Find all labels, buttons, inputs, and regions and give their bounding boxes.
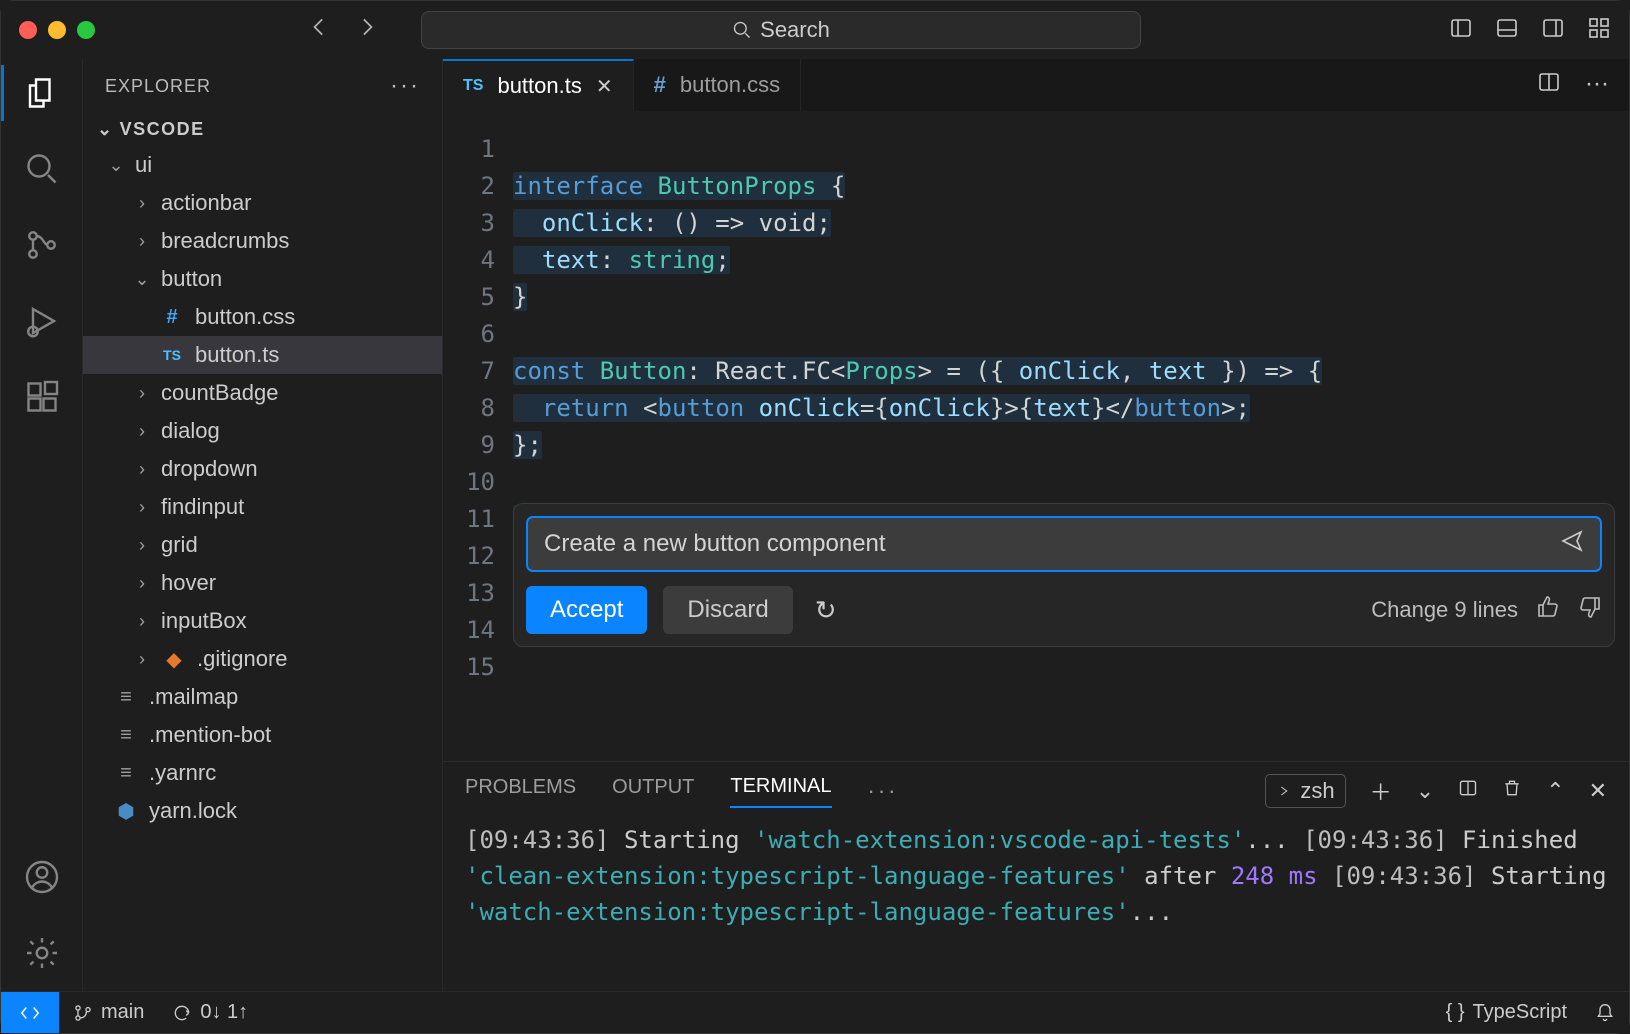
activity-accounts[interactable] xyxy=(22,857,62,897)
tree-file-gitignore[interactable]: ›◆.gitignore xyxy=(83,640,442,678)
explorer-sidebar: EXPLORER ··· ⌄ VSCODE ⌄ui ›actionbar ›br… xyxy=(83,59,443,991)
tab-button-ts[interactable]: TS button.ts ✕ xyxy=(443,59,634,111)
sync-indicator[interactable]: 0↓ 1↑ xyxy=(158,1001,262,1024)
editor-tabs: TS button.ts ✕ # button.css ··· xyxy=(443,59,1629,111)
layout-panel-icon[interactable] xyxy=(1495,16,1519,45)
tree-folder-actionbar[interactable]: ›actionbar xyxy=(83,184,442,222)
accept-button[interactable]: Accept xyxy=(526,586,647,634)
language-mode[interactable]: { } TypeScript xyxy=(1432,1001,1581,1024)
nav-back-button[interactable] xyxy=(307,14,333,47)
tree-folder-findinput[interactable]: ›findinput xyxy=(83,488,442,526)
tree-folder-hover[interactable]: ›hover xyxy=(83,564,442,602)
tree-folder-button[interactable]: ⌄button xyxy=(83,260,442,298)
tab-label: button.css xyxy=(680,72,780,98)
split-terminal-icon[interactable] xyxy=(1458,778,1478,804)
search-placeholder: Search xyxy=(760,17,830,43)
send-icon[interactable] xyxy=(1560,529,1584,560)
activity-run-debug[interactable] xyxy=(22,301,62,341)
inline-chat-input[interactable] xyxy=(544,530,1560,558)
close-panel-icon[interactable]: ✕ xyxy=(1589,778,1607,804)
tab-more-icon[interactable]: ··· xyxy=(1585,70,1609,101)
split-editor-icon[interactable] xyxy=(1537,70,1561,101)
branch-indicator[interactable]: main xyxy=(59,1001,158,1024)
inline-chat-widget: Accept Discard ↻ Change 9 lines xyxy=(513,503,1615,647)
tree-file-button-css[interactable]: #button.css xyxy=(83,298,442,336)
activity-extensions[interactable] xyxy=(22,377,62,417)
minimize-window-button[interactable] xyxy=(48,21,66,39)
discard-button[interactable]: Discard xyxy=(663,586,792,634)
sidebar-title: EXPLORER xyxy=(105,76,211,97)
window-controls xyxy=(19,21,95,39)
activity-bar xyxy=(1,59,83,991)
tab-label: button.ts xyxy=(497,73,581,99)
tree-file-yarnlock[interactable]: ⬢yarn.lock xyxy=(83,792,442,830)
tree-folder-ui[interactable]: ⌄ui xyxy=(83,146,442,184)
change-lines-label: Change 9 lines xyxy=(1371,597,1518,623)
activity-explorer[interactable] xyxy=(22,73,62,113)
tree-folder-dialog[interactable]: ›dialog xyxy=(83,412,442,450)
regenerate-icon[interactable]: ↻ xyxy=(815,595,837,626)
code-content[interactable]: interface ButtonProps { onClick: () => v… xyxy=(513,111,1629,761)
activity-search[interactable] xyxy=(22,149,62,189)
panel-tab-output[interactable]: OUTPUT xyxy=(612,776,694,807)
layout-sidebar-left-icon[interactable] xyxy=(1449,16,1473,45)
tab-button-css[interactable]: # button.css xyxy=(634,59,802,111)
maximize-panel-icon[interactable]: ⌃ xyxy=(1546,778,1564,804)
layout-sidebar-right-icon[interactable] xyxy=(1541,16,1565,45)
remote-button[interactable] xyxy=(1,992,59,1033)
nav-forward-button[interactable] xyxy=(353,14,379,47)
statusbar: main 0↓ 1↑ { } TypeScript xyxy=(1,991,1629,1033)
tree-folder-breadcrumbs[interactable]: ›breadcrumbs xyxy=(83,222,442,260)
notifications-icon[interactable] xyxy=(1581,1001,1629,1024)
terminal-output[interactable]: [09:43:36] Starting 'watch-extension:vsc… xyxy=(443,808,1629,944)
folder-root-label: VSCODE xyxy=(120,119,205,140)
activity-settings[interactable] xyxy=(22,933,62,973)
panel-more-icon[interactable]: ··· xyxy=(868,778,899,804)
tree-file-mentionbot[interactable]: ≡.mention-bot xyxy=(83,716,442,754)
editor-area: TS button.ts ✕ # button.css ··· 12345678… xyxy=(443,59,1629,991)
tree-folder-dropdown[interactable]: ›dropdown xyxy=(83,450,442,488)
tree-file-mailmap[interactable]: ≡.mailmap xyxy=(83,678,442,716)
tree-file-button-ts[interactable]: TSbutton.ts xyxy=(83,336,442,374)
tree-folder-countbadge[interactable]: ›countBadge xyxy=(83,374,442,412)
new-terminal-icon[interactable]: ＋ xyxy=(1370,775,1392,807)
trash-icon[interactable] xyxy=(1502,778,1522,804)
maximize-window-button[interactable] xyxy=(77,21,95,39)
titlebar: Search xyxy=(1,1,1629,59)
ts-file-icon: TS xyxy=(463,77,483,95)
command-center-search[interactable]: Search xyxy=(421,11,1141,49)
customize-layout-icon[interactable] xyxy=(1587,16,1611,45)
chevron-down-icon: ⌄ xyxy=(97,119,114,140)
tree-folder-inputbox[interactable]: ›inputBox xyxy=(83,602,442,640)
close-tab-icon[interactable]: ✕ xyxy=(596,74,613,99)
terminal-shell-select[interactable]: zsh xyxy=(1265,774,1345,808)
tree-folder-grid[interactable]: ›grid xyxy=(83,526,442,564)
folder-root[interactable]: ⌄ VSCODE xyxy=(83,113,442,146)
panel-tab-problems[interactable]: PROBLEMS xyxy=(465,776,576,807)
activity-source-control[interactable] xyxy=(22,225,62,265)
bottom-panel: PROBLEMS OUTPUT TERMINAL ··· zsh ＋ ⌄ ⌃ ✕ xyxy=(443,761,1629,991)
tree-file-yarnrc[interactable]: ≡.yarnrc xyxy=(83,754,442,792)
panel-tab-terminal[interactable]: TERMINAL xyxy=(730,775,831,808)
css-file-icon: # xyxy=(654,72,666,98)
line-gutter: 123456789101112131415 xyxy=(443,111,513,761)
editor-body[interactable]: 123456789101112131415 interface ButtonPr… xyxy=(443,111,1629,761)
thumbs-down-icon[interactable] xyxy=(1578,595,1602,625)
sidebar-more-icon[interactable]: ··· xyxy=(390,72,420,100)
terminal-profile-dropdown-icon[interactable]: ⌄ xyxy=(1416,778,1434,804)
thumbs-up-icon[interactable] xyxy=(1536,595,1560,625)
close-window-button[interactable] xyxy=(19,21,37,39)
title-actions xyxy=(1449,16,1611,45)
